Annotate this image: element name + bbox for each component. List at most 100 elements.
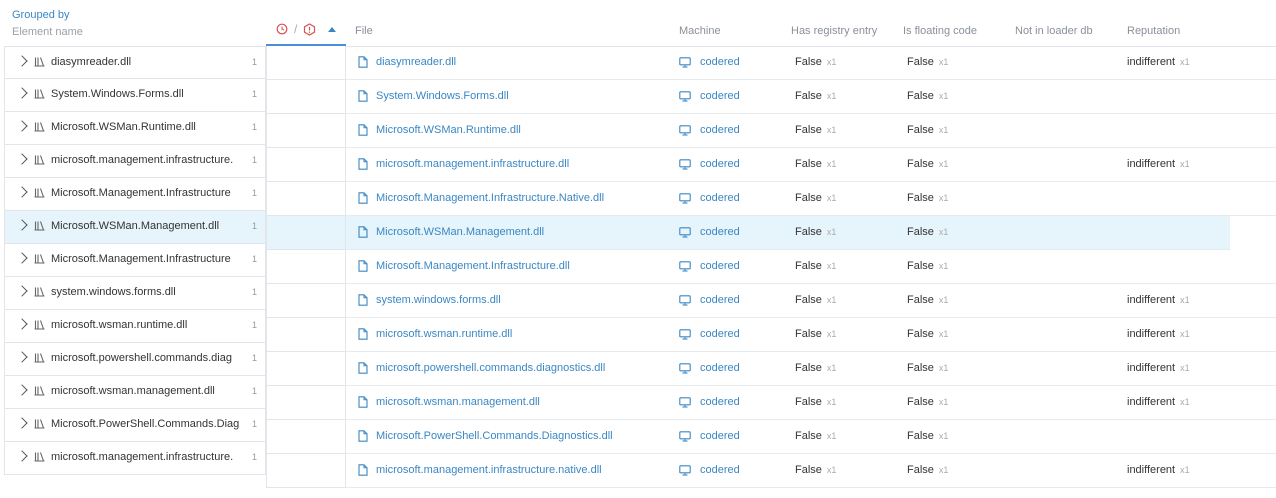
group-row[interactable]: Microsoft.Management.Infrastructure 1 <box>4 178 266 211</box>
file-link[interactable]: System.Windows.Forms.dll <box>376 90 509 102</box>
file-link[interactable]: Microsoft.Management.Infrastructure.dll <box>376 260 570 272</box>
floating-cell: False x1 <box>907 260 948 272</box>
chevron-right-icon[interactable] <box>16 318 28 330</box>
group-row[interactable]: Microsoft.WSMan.Management.dll 1 <box>4 211 266 244</box>
floating-cell: False x1 <box>907 328 948 340</box>
reputation-cell: indifferent x1 <box>1127 158 1190 170</box>
chevron-right-icon[interactable] <box>16 450 28 462</box>
table-row[interactable]: Microsoft.PowerShell.Commands.Diagnostic… <box>346 420 1276 454</box>
chevron-right-icon[interactable] <box>16 55 28 67</box>
file-link[interactable]: microsoft.powershell.commands.diagnostic… <box>376 362 605 374</box>
file-link[interactable]: microsoft.wsman.management.dll <box>376 396 540 408</box>
chevron-right-icon[interactable] <box>16 285 28 297</box>
machine-link[interactable]: codered <box>700 158 740 170</box>
table-row[interactable]: Microsoft.WSMan.Management.dll codered Fal… <box>346 216 1230 250</box>
file-link[interactable]: diasymreader.dll <box>376 56 456 68</box>
machine-link[interactable]: codered <box>700 328 740 340</box>
group-row[interactable]: system.windows.forms.dll 1 <box>4 277 266 310</box>
icon-cell <box>266 318 346 352</box>
chevron-right-icon[interactable] <box>16 384 28 396</box>
monitor-icon <box>679 465 691 479</box>
machine-link[interactable]: codered <box>700 362 740 374</box>
registry-count: x1 <box>826 363 837 373</box>
table-row[interactable]: Microsoft.WSMan.Runtime.dll codered False x… <box>346 114 1276 148</box>
floating-value: False <box>907 430 934 442</box>
file-link[interactable]: Microsoft.WSMan.Runtime.dll <box>376 124 521 136</box>
clock-alert-icon[interactable] <box>276 23 288 35</box>
chevron-right-icon[interactable] <box>16 219 28 231</box>
table-row[interactable]: Microsoft.Management.Infrastructure.dll c… <box>346 250 1276 284</box>
grouped-by-label[interactable]: Grouped by <box>12 9 69 21</box>
table-row[interactable]: System.Windows.Forms.dll codered False x1 Fa… <box>346 80 1276 114</box>
table-row[interactable]: Microsoft.Management.Infrastructure.Nati… <box>346 182 1276 216</box>
machine-link[interactable]: codered <box>700 260 740 272</box>
floating-count: x1 <box>938 125 949 135</box>
library-icon <box>34 154 45 168</box>
column-file[interactable]: File <box>355 25 373 37</box>
column-is-floating-code[interactable]: Is floating code <box>903 25 977 37</box>
machine-link[interactable]: codered <box>700 464 740 476</box>
column-has-registry-entry[interactable]: Has registry entry <box>791 25 877 37</box>
file-link[interactable]: Microsoft.Management.Infrastructure.Nati… <box>376 192 604 204</box>
file-link[interactable]: microsoft.management.infrastructure.dll <box>376 158 569 170</box>
machine-link[interactable]: codered <box>700 90 740 102</box>
library-icon <box>34 220 45 234</box>
group-row[interactable]: diasymreader.dll 1 <box>4 46 266 79</box>
chevron-right-icon[interactable] <box>16 252 28 264</box>
chevron-right-icon[interactable] <box>16 351 28 363</box>
reputation-value: indifferent <box>1127 362 1176 374</box>
column-not-in-loader-db[interactable]: Not in loader db <box>1015 25 1093 37</box>
group-row[interactable]: Microsoft.Management.Infrastructure 1 <box>4 244 266 277</box>
group-row[interactable]: Microsoft.WSMan.Runtime.dll 1 <box>4 112 266 145</box>
machine-link[interactable]: codered <box>700 396 740 408</box>
group-row[interactable]: Microsoft.PowerShell.Commands.Diag 1 <box>4 409 266 442</box>
file-link[interactable]: Microsoft.PowerShell.Commands.Diagnostic… <box>376 430 613 442</box>
machine-link[interactable]: codered <box>700 226 740 238</box>
chevron-right-icon[interactable] <box>16 87 28 99</box>
registry-count: x1 <box>826 397 837 407</box>
table-row[interactable]: microsoft.wsman.management.dll codered Fal… <box>346 386 1276 420</box>
group-row[interactable]: microsoft.management.infrastructure. 1 <box>4 442 266 475</box>
table-row[interactable]: diasymreader.dll codered False x1 False x1 ind… <box>346 46 1276 80</box>
monitor-icon <box>679 261 691 275</box>
grouped-by-field[interactable]: Element name <box>12 26 83 38</box>
table-row[interactable]: microsoft.management.infrastructure.nati… <box>346 454 1276 488</box>
chevron-right-icon[interactable] <box>16 417 28 429</box>
floating-count: x1 <box>938 57 949 67</box>
table-row[interactable]: system.windows.forms.dll codered False x1 Fa… <box>346 284 1276 318</box>
reputation-count: x1 <box>1180 329 1190 339</box>
group-name: microsoft.management.infrastructure. <box>51 451 234 463</box>
table-row[interactable]: microsoft.management.infrastructure.dll c… <box>346 148 1276 182</box>
file-link[interactable]: Microsoft.WSMan.Management.dll <box>376 226 544 238</box>
column-machine[interactable]: Machine <box>679 25 721 37</box>
group-count: 1 <box>251 419 257 429</box>
group-row[interactable]: microsoft.powershell.commands.diag 1 <box>4 343 266 376</box>
registry-value: False <box>795 158 822 170</box>
machine-link[interactable]: codered <box>700 430 740 442</box>
table-header: File Machine Has registry entry Is float… <box>346 0 1276 47</box>
group-row[interactable]: microsoft.management.infrastructure. 1 <box>4 145 266 178</box>
hexagon-alert-icon[interactable] <box>303 22 316 36</box>
registry-cell: False x1 <box>795 362 836 374</box>
library-icon <box>34 319 45 333</box>
file-link[interactable]: microsoft.wsman.runtime.dll <box>376 328 512 340</box>
table-row[interactable]: microsoft.wsman.runtime.dll codered False x… <box>346 318 1276 352</box>
machine-link[interactable]: codered <box>700 192 740 204</box>
table-row[interactable]: microsoft.powershell.commands.diagnostic… <box>346 352 1276 386</box>
chevron-right-icon[interactable] <box>16 153 28 165</box>
chevron-right-icon[interactable] <box>16 120 28 132</box>
sort-ascending-icon[interactable] <box>328 26 337 32</box>
group-row[interactable]: microsoft.wsman.management.dll 1 <box>4 376 266 409</box>
file-link[interactable]: system.windows.forms.dll <box>376 294 501 306</box>
icon-cell <box>266 454 346 488</box>
group-row[interactable]: microsoft.wsman.runtime.dll 1 <box>4 310 266 343</box>
machine-link[interactable]: codered <box>700 294 740 306</box>
chevron-right-icon[interactable] <box>16 186 28 198</box>
group-row[interactable]: System.Windows.Forms.dll 1 <box>4 79 266 112</box>
floating-cell: False x1 <box>907 464 948 476</box>
icon-cell <box>266 216 346 250</box>
file-link[interactable]: microsoft.management.infrastructure.nati… <box>376 464 602 476</box>
machine-link[interactable]: codered <box>700 56 740 68</box>
column-reputation[interactable]: Reputation <box>1127 25 1180 37</box>
machine-link[interactable]: codered <box>700 124 740 136</box>
